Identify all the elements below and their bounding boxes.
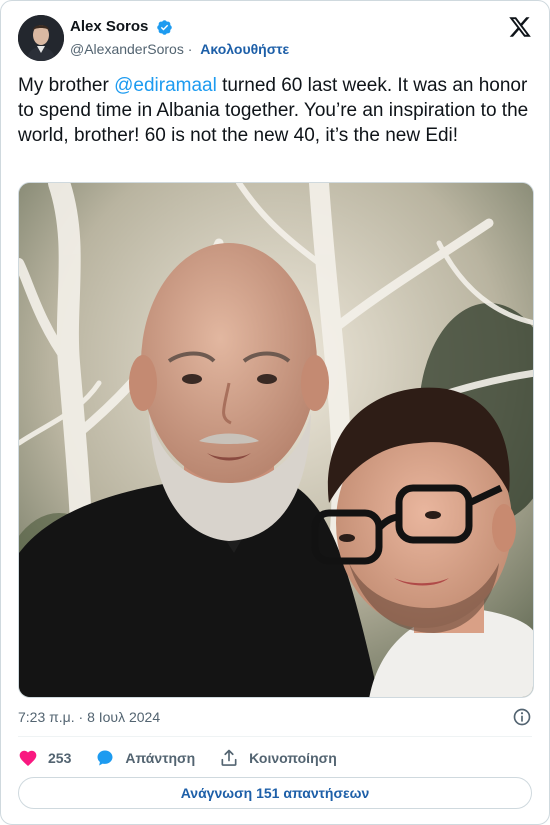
info-icon[interactable] [512,707,532,727]
mention-link[interactable]: @ediramaal [114,75,217,96]
share-label: Κοινοποίηση [249,750,337,766]
like-count: 253 [48,750,72,766]
tweet-text-start: My brother [18,75,115,96]
author-names: Alex Soros @AlexanderSoros · Ακολουθήστε [70,17,289,59]
author-display-name[interactable]: Alex Soros [70,17,148,37]
tweet-card: Alex Soros @AlexanderSoros · Ακολουθήστε… [0,0,550,825]
divider [18,736,532,737]
reply-button[interactable]: Απάντηση [95,748,195,768]
read-replies-button[interactable]: Ανάγνωση 151 απαντήσεων [18,777,532,809]
tweet-photo[interactable] [18,182,534,698]
tweet-text: My brother @ediramaal turned 60 last wee… [18,73,533,148]
tweet-header: Alex Soros @AlexanderSoros · Ακολουθήστε [18,15,532,61]
action-bar: 253 Απάντηση Κοινοποίηση [18,746,361,770]
like-button[interactable]: 253 [18,748,71,768]
follow-button[interactable]: Ακολουθήστε [200,41,289,57]
separator-dot: · [187,41,197,57]
speech-bubble-icon [97,750,113,766]
author-handle[interactable]: @AlexanderSoros [70,41,184,57]
heart-icon [19,750,37,766]
tweet-timestamp[interactable]: 7:23 π.μ. · 8 Ιουλ 2024 [18,707,160,727]
share-upload-icon [221,749,237,766]
avatar[interactable] [18,15,64,61]
x-logo-icon[interactable] [508,15,532,39]
verified-badge-icon [157,19,172,35]
share-button[interactable]: Κοινοποίηση [219,748,337,768]
reply-label: Απάντηση [125,750,196,766]
